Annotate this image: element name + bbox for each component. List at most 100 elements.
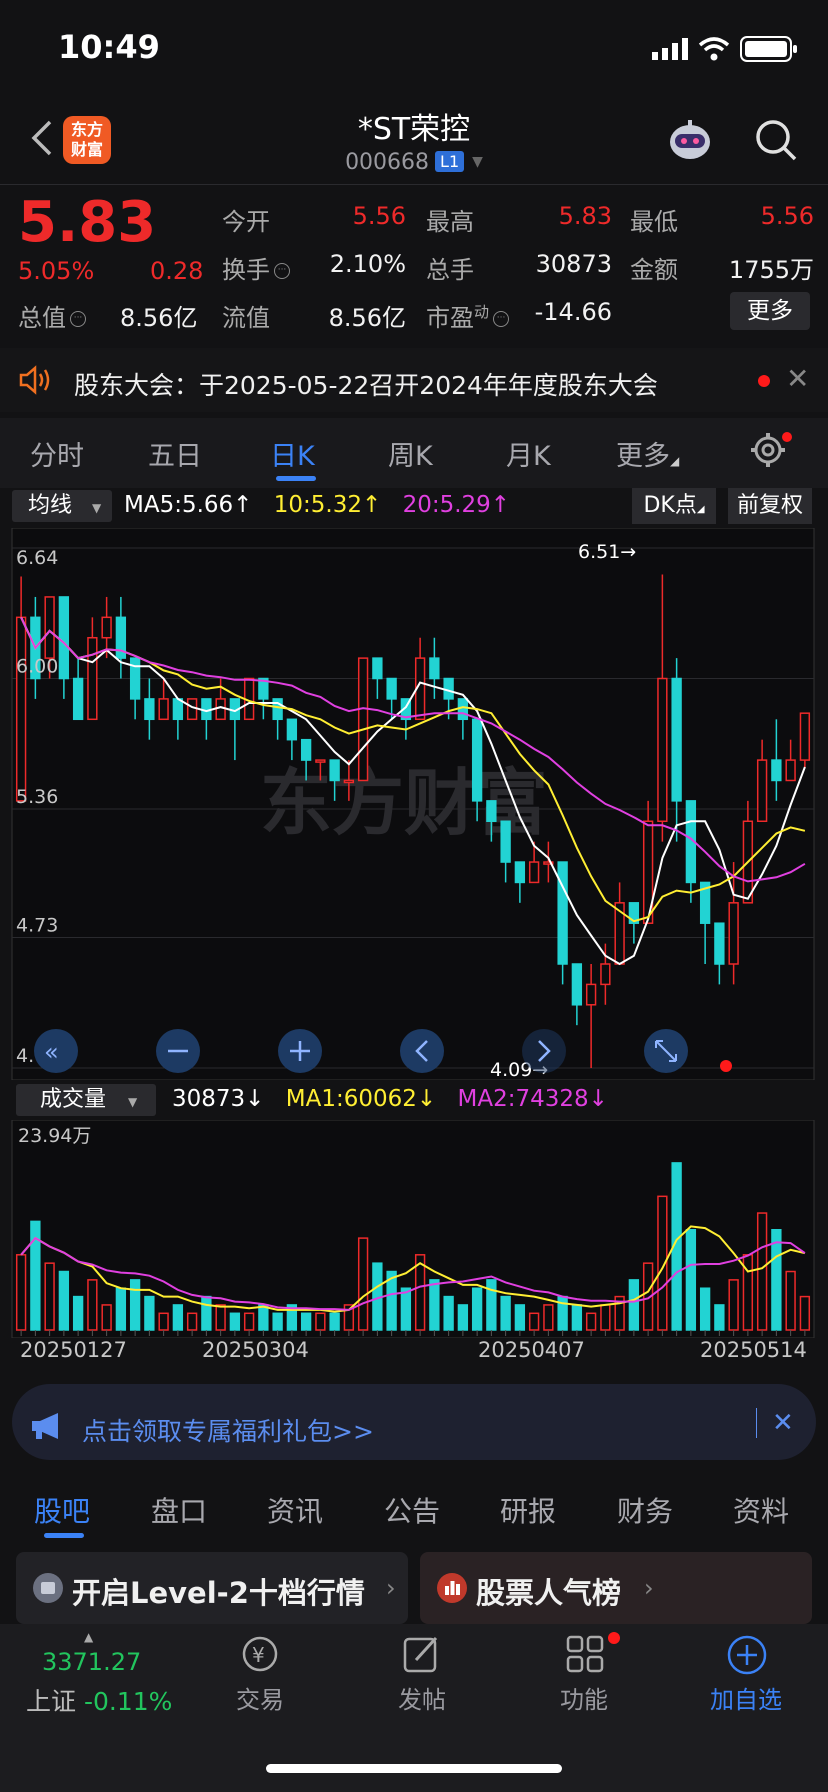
turnover-label[interactable]: 换手 ··· — [222, 250, 290, 285]
candle-body — [728, 902, 739, 965]
tab-order-book[interactable]: 盘口 — [151, 1490, 207, 1530]
candle-body — [315, 759, 326, 763]
volume-bar — [115, 1287, 127, 1331]
volume-value: 30873 — [535, 250, 612, 278]
candle-body — [144, 698, 155, 721]
tab-more-label: 更多 — [616, 441, 670, 472]
candle-body — [58, 596, 70, 680]
change-percent: 5.05% — [18, 257, 95, 285]
open-value: 5.56 — [352, 202, 406, 230]
volume-bar — [72, 1295, 84, 1331]
volume-bar — [329, 1312, 340, 1331]
ranking-icon — [437, 1573, 467, 1603]
notice-text[interactable]: 股东大会：于2025-05-22召开2024年年度股东大会 — [74, 366, 658, 402]
float-value: 8.56亿 — [328, 304, 406, 332]
promo-text[interactable]: 点击领取专属福利礼包>> — [82, 1412, 374, 1448]
nav-trade-label[interactable]: 交易 — [200, 1680, 320, 1715]
date-label: 20250304 — [202, 1338, 309, 1362]
volume-bar — [158, 1312, 169, 1331]
cellular-icon — [652, 38, 688, 60]
index-row[interactable]: 上证 -0.11% — [26, 1682, 172, 1718]
volume-bar — [243, 1312, 255, 1331]
more-button[interactable]: 更多 — [730, 292, 810, 330]
ai-robot-icon[interactable] — [666, 116, 714, 164]
status-bar: 10:49 — [0, 0, 828, 100]
scroll-right-button[interactable] — [522, 1029, 566, 1073]
tab-more[interactable]: 更多◢ — [616, 434, 679, 473]
candle-body — [514, 861, 526, 884]
change-amount: 0.28 — [150, 257, 204, 285]
info-icon[interactable]: ··· — [70, 311, 86, 327]
grid-icon[interactable] — [565, 1634, 605, 1674]
search-icon[interactable] — [754, 118, 798, 162]
tab-profile[interactable]: 资料 — [733, 1490, 789, 1530]
amount-value: 1755万 — [728, 256, 814, 284]
pe-value: -14.66 — [534, 298, 612, 326]
volume-bar — [443, 1295, 454, 1331]
volume-bar — [471, 1287, 483, 1331]
volume-bar — [528, 1312, 540, 1331]
active-tab-indicator — [44, 1533, 84, 1538]
candle-body — [528, 861, 540, 884]
post-icon[interactable] — [402, 1634, 442, 1674]
tab-five-day[interactable]: 五日 — [148, 434, 202, 473]
index-change: -0.11% — [83, 1687, 173, 1716]
nav-features-label[interactable]: 功能 — [524, 1680, 644, 1715]
volume-max-label: 23.94万 — [18, 1125, 91, 1147]
tab-forum[interactable]: 股吧 — [34, 1490, 90, 1530]
total-value-label-text: 总值 — [18, 304, 66, 332]
stock-code: 000668 — [345, 150, 430, 175]
trade-icon[interactable]: ¥ — [239, 1634, 281, 1674]
nav-post-label[interactable]: 发帖 — [362, 1680, 482, 1715]
candle-body — [657, 677, 668, 823]
indicator-dropdown[interactable]: 均线 ▼ — [12, 490, 112, 522]
scroll-left-button[interactable] — [400, 1029, 444, 1073]
candle-body — [329, 759, 340, 782]
close-icon[interactable]: ✕ — [772, 1408, 794, 1438]
tab-monthly-k[interactable]: 月K — [506, 434, 551, 473]
tab-news[interactable]: 资讯 — [267, 1490, 323, 1530]
features-badge-dot — [608, 1632, 620, 1644]
tab-announcements[interactable]: 公告 — [384, 1490, 440, 1530]
volume-dropdown[interactable]: 成交量 ▼ — [16, 1084, 156, 1116]
chevron-right-icon: › — [386, 1574, 396, 1602]
volume-bar — [771, 1228, 782, 1331]
tab-daily-k[interactable]: 日K — [270, 434, 315, 473]
indicator-dropdown-label: 均线 — [28, 493, 73, 518]
date-label: 20250514 — [700, 1338, 807, 1362]
open-label: 今开 — [222, 208, 270, 236]
volume-bar — [300, 1312, 312, 1331]
adjust-price-button[interactable]: 前复权 — [728, 488, 812, 524]
volume-bar — [514, 1304, 526, 1331]
volume-value: 30873↓ — [172, 1086, 265, 1112]
volume-bar — [457, 1304, 469, 1331]
tab-financials[interactable]: 财务 — [617, 1490, 673, 1530]
volume-bar — [258, 1304, 269, 1331]
chevron-down-icon: ▼ — [128, 1095, 138, 1109]
candle-body — [300, 738, 312, 761]
volume-bar — [785, 1270, 796, 1331]
vol-ma2-value: MA2:74328↓ — [457, 1086, 608, 1112]
level2-icon — [33, 1573, 63, 1603]
dk-point-button[interactable]: DK点◢ — [632, 488, 716, 524]
amount-label: 金额 — [630, 256, 678, 284]
candle-body — [585, 983, 597, 1006]
close-icon[interactable]: ✕ — [786, 362, 809, 395]
index-value[interactable]: 3371.27 — [42, 1648, 141, 1676]
candle-body — [272, 698, 283, 721]
svg-text:¥: ¥ — [252, 1643, 265, 1667]
nav-add-label[interactable]: 加自选 — [686, 1680, 806, 1715]
wifi-icon — [698, 37, 730, 61]
kline-chart[interactable]: 东方财富 6.646.005.364.734.09 6.51→ 4.09→ « — [0, 528, 828, 1080]
candle-body — [799, 712, 811, 761]
tab-weekly-k[interactable]: 周K — [388, 434, 433, 473]
rewind-icon: « — [44, 1038, 59, 1066]
volume-bar — [215, 1304, 226, 1331]
promo-divider — [756, 1408, 757, 1438]
add-watchlist-icon[interactable] — [726, 1634, 768, 1676]
tab-research[interactable]: 研报 — [500, 1490, 556, 1530]
total-value-label[interactable]: 总值 ··· — [18, 298, 86, 333]
volume-chart[interactable]: 23.94万 — [0, 1120, 828, 1338]
index-name: 上证 — [26, 1687, 77, 1716]
tab-intraday[interactable]: 分时 — [30, 434, 84, 473]
